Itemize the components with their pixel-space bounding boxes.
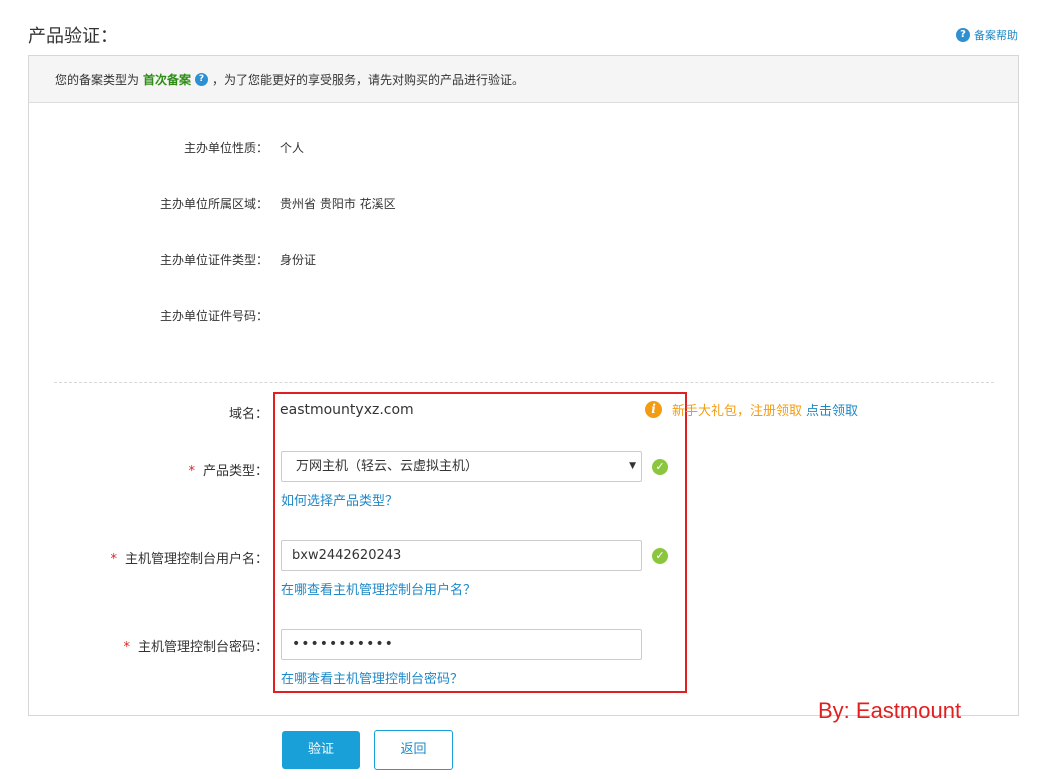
promo-link[interactable]: 点击领取 xyxy=(806,404,858,419)
info-value-id-type: 身份证 xyxy=(280,253,317,267)
password-help-link[interactable]: 在哪查看主机管理控制台密码？ xyxy=(281,668,463,687)
username-label-text: 主机管理控制台用户名： xyxy=(124,552,268,567)
info-label-nature: 主办单位性质： xyxy=(183,141,268,155)
username-label: * 主机管理控制台用户名： xyxy=(28,548,268,567)
help-link[interactable]: ? 备案帮助 xyxy=(956,27,1018,43)
page-title: 产品验证： xyxy=(28,26,118,47)
domain-label: 域名： xyxy=(228,407,268,422)
check-circle-icon: ✓ xyxy=(652,459,668,475)
product-type-select[interactable]: 万网主机（轻云、云虚拟主机） ▼ xyxy=(281,451,642,482)
info-label-id-number: 主办单位证件号码： xyxy=(159,309,268,323)
verify-button[interactable]: 验证 xyxy=(282,731,360,769)
product-type-help-link[interactable]: 如何选择产品类型？ xyxy=(281,490,398,509)
caret-down-icon: ▼ xyxy=(629,461,636,471)
promo-tip: i 新手大礼包，注册领取 点击领取 xyxy=(645,400,858,419)
notice-bar: 您的备案类型为 首次备案 ? ，为了您能更好的享受服务，请先对购买的产品进行验证… xyxy=(29,56,1018,103)
divider xyxy=(54,382,994,383)
notice-suffix: ，为了您能更好的享受服务，请先对购买的产品进行验证。 xyxy=(212,72,525,87)
record-type: 首次备案 xyxy=(143,72,192,87)
password-input[interactable]: ••••••••••• xyxy=(281,629,642,660)
required-mark: * xyxy=(188,464,195,479)
required-mark: * xyxy=(123,640,130,655)
help-link-label: 备案帮助 xyxy=(974,29,1018,42)
info-value-nature: 个人 xyxy=(280,141,305,155)
product-type-value: 万网主机（轻云、云虚拟主机） xyxy=(296,459,479,474)
product-type-label: * 产品类型： xyxy=(28,460,268,479)
username-help-link[interactable]: 在哪查看主机管理控制台用户名？ xyxy=(281,579,476,598)
info-circle-icon: i xyxy=(645,401,662,418)
back-button[interactable]: 返回 xyxy=(374,730,453,770)
username-input[interactable]: bxw2442620243 xyxy=(281,540,642,571)
info-value-region: 贵州省 贵阳市 花溪区 xyxy=(280,197,396,211)
notice-prefix: 您的备案类型为 xyxy=(55,72,140,87)
required-mark: * xyxy=(110,552,117,567)
promo-text: 新手大礼包，注册领取 xyxy=(672,404,803,419)
password-label-text: 主机管理控制台密码： xyxy=(137,640,268,655)
product-type-label-text: 产品类型： xyxy=(202,464,268,479)
info-label-id-type: 主办单位证件类型： xyxy=(159,253,268,267)
author-watermark: By: Eastmount xyxy=(818,698,962,723)
domain-value: eastmountyxz.com xyxy=(280,402,414,418)
check-circle-icon: ✓ xyxy=(652,548,668,564)
question-circle-icon[interactable]: ? xyxy=(195,72,209,86)
password-label: * 主机管理控制台密码： xyxy=(28,636,268,655)
info-label-region: 主办单位所属区域： xyxy=(159,197,268,211)
question-circle-icon: ? xyxy=(956,28,970,42)
